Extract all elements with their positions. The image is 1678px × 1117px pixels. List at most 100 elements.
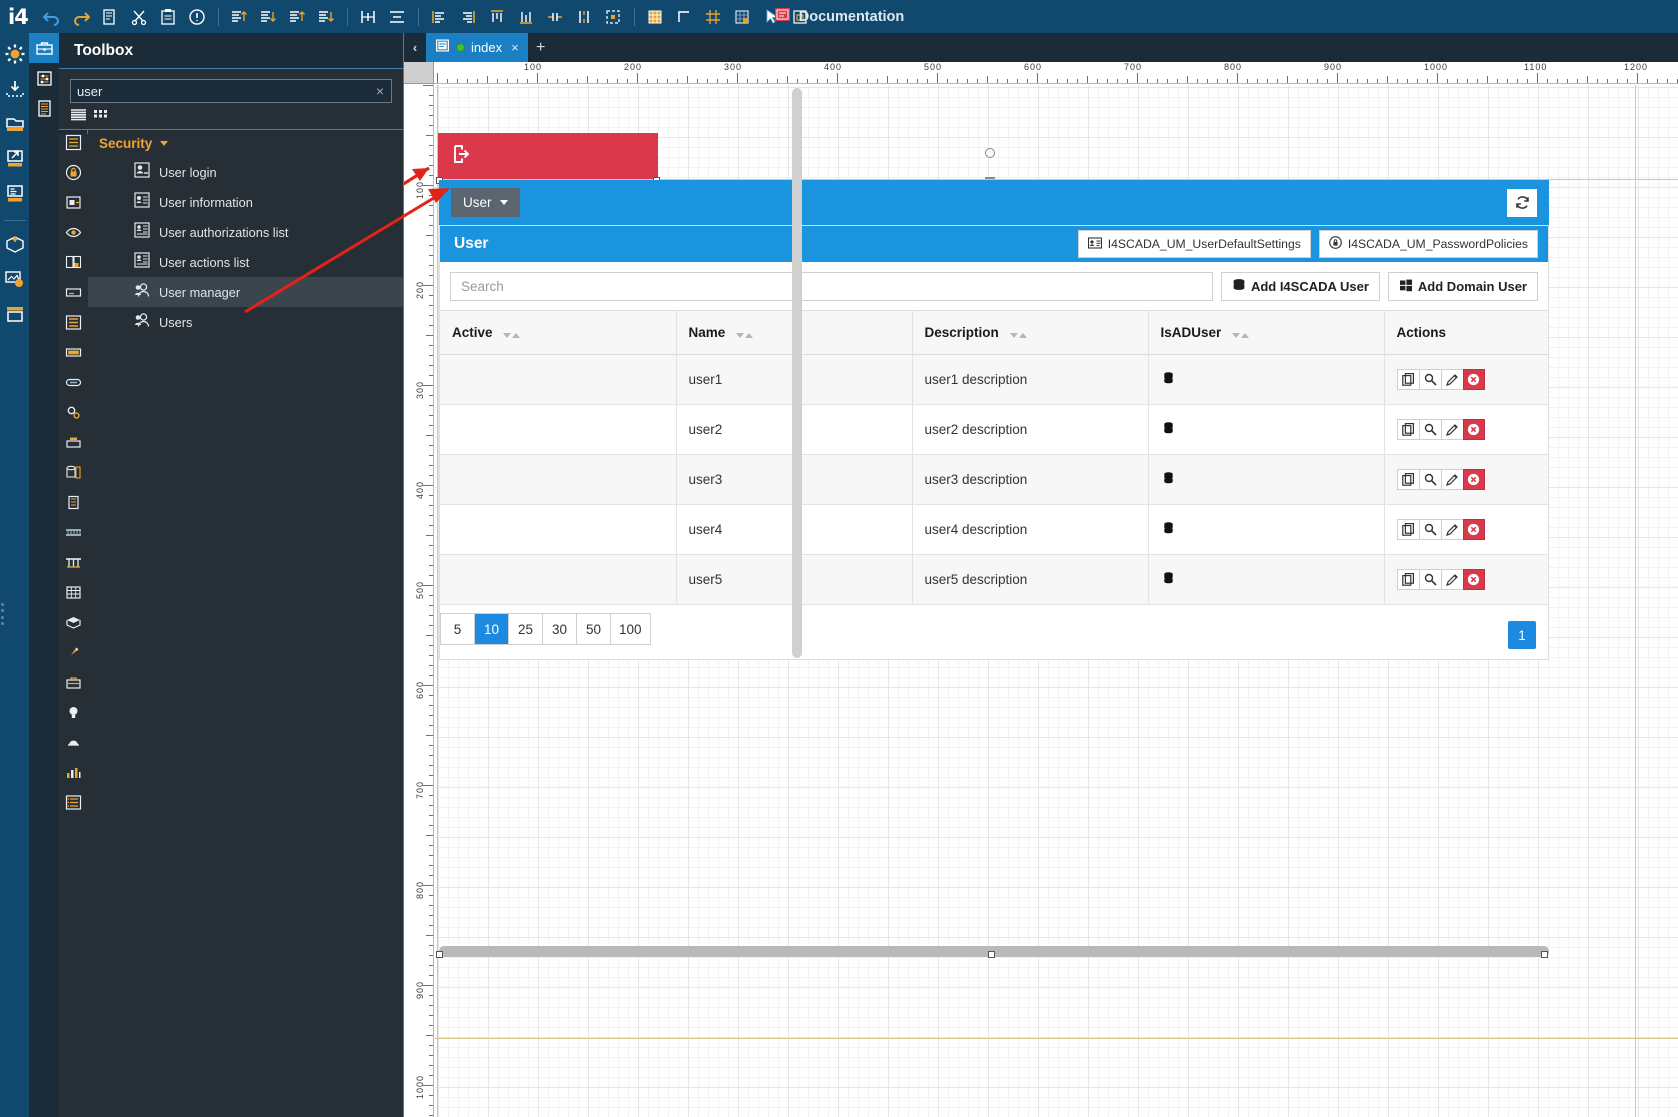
same-height-icon[interactable]	[572, 4, 597, 29]
toolbox-item-users[interactable]: Users	[88, 307, 403, 337]
copy-action-icon[interactable]	[1396, 369, 1419, 390]
table-row[interactable]: user1 user1 description	[440, 354, 1548, 405]
sort-icon[interactable]	[503, 332, 521, 338]
archive-icon[interactable]	[2, 301, 28, 327]
book-icon[interactable]	[65, 254, 82, 276]
grid-icon[interactable]	[643, 4, 668, 29]
reports-icon[interactable]	[2, 181, 28, 207]
table-row[interactable]: user4 user4 description	[440, 504, 1548, 555]
page-size-5[interactable]: 5	[441, 614, 475, 644]
add-domain-user-button[interactable]: Add Domain User	[1387, 272, 1538, 301]
grid-view-icon[interactable]	[93, 108, 110, 123]
table-row[interactable]: user5 user5 description	[440, 554, 1548, 605]
sort-icon[interactable]	[1009, 332, 1027, 338]
design-canvas[interactable]: User User I4SCADA_UM_UserDefaultSettings…	[435, 85, 1678, 1117]
align-right-icon[interactable]	[314, 4, 339, 29]
paste-icon[interactable]	[156, 4, 181, 29]
open-project-icon[interactable]	[2, 111, 28, 137]
search-action-icon[interactable]	[1418, 469, 1441, 490]
grid-snap-icon[interactable]	[730, 4, 755, 29]
table-icon[interactable]	[65, 584, 82, 606]
toolbox-item-user-authorizations-list[interactable]: User authorizations list	[88, 217, 403, 247]
delete-action-icon[interactable]	[1462, 569, 1485, 590]
column-header-description[interactable]: Description	[912, 310, 1149, 355]
align-left-icon[interactable]	[285, 4, 310, 29]
fit-selection-icon[interactable]	[601, 4, 626, 29]
machine-icon[interactable]	[65, 434, 82, 456]
bell-icon[interactable]	[65, 734, 82, 756]
delete-action-icon[interactable]	[1462, 369, 1485, 390]
copy-action-icon[interactable]	[1396, 519, 1419, 540]
button-icon[interactable]	[65, 344, 82, 366]
edit-action-icon[interactable]	[1440, 469, 1463, 490]
add-i4scada-user-button[interactable]: Add I4SCADA User	[1220, 272, 1380, 301]
eye-icon[interactable]	[65, 224, 82, 246]
current-page-badge[interactable]: 1	[1508, 621, 1536, 649]
textbox-icon[interactable]	[65, 284, 82, 306]
info-icon[interactable]	[185, 4, 210, 29]
layers-tab[interactable]	[29, 93, 59, 123]
align-edge-left-icon[interactable]	[427, 4, 452, 29]
search-action-icon[interactable]	[1418, 519, 1441, 540]
toolbox-tab[interactable]	[29, 33, 59, 63]
toolbox-item-user-login[interactable]: User login	[88, 157, 403, 187]
menu-icon[interactable]	[65, 134, 82, 156]
new-tab-button[interactable]: +	[528, 33, 554, 62]
page-size-25[interactable]: 25	[509, 614, 543, 644]
conveyor-icon[interactable]	[65, 524, 82, 546]
distribute-vertical-icon[interactable]	[385, 4, 410, 29]
edit-action-icon[interactable]	[1440, 569, 1463, 590]
box-icon[interactable]	[65, 614, 82, 636]
export-icon[interactable]	[2, 146, 28, 172]
column-header-isaduser[interactable]: IsADUser	[1148, 310, 1385, 355]
logout-widget[interactable]	[438, 133, 658, 179]
gears-icon[interactable]	[65, 404, 82, 426]
column-header-active[interactable]: Active	[440, 310, 677, 355]
resize-handle-bm[interactable]	[988, 951, 995, 958]
table-row[interactable]: user2 user2 description	[440, 404, 1548, 455]
link-icon[interactable]	[65, 374, 82, 396]
bulb-icon[interactable]	[65, 704, 82, 726]
password-policies-button[interactable]: I4SCADA_UM_PasswordPolicies	[1318, 230, 1538, 258]
user-default-settings-button[interactable]: I4SCADA_UM_UserDefaultSettings	[1077, 230, 1311, 258]
same-width-icon[interactable]	[543, 4, 568, 29]
refresh-button[interactable]	[1507, 188, 1537, 217]
table-search-input[interactable]	[450, 272, 1213, 301]
list-icon[interactable]	[65, 314, 82, 336]
vertical-ruler[interactable]: 100 200 300 400 500 600 700 800 900 1000	[404, 84, 434, 1117]
tab-scroll-left-icon[interactable]: ‹	[404, 33, 426, 62]
cut-icon[interactable]	[127, 4, 152, 29]
lock-icon[interactable]	[65, 164, 82, 186]
horizontal-ruler[interactable]: 100 200 300 400 500 600 700 800 900 1000 1100 1200	[434, 62, 1678, 84]
image-settings-icon[interactable]	[2, 266, 28, 292]
deploy-icon[interactable]	[2, 231, 28, 257]
close-icon[interactable]: ×	[511, 40, 519, 55]
chart-icon[interactable]	[65, 764, 82, 786]
search-action-icon[interactable]	[1418, 369, 1441, 390]
settings-icon[interactable]	[2, 41, 28, 67]
rail-drag-handle[interactable]	[1, 603, 6, 625]
clear-search-icon[interactable]: ×	[369, 83, 391, 99]
delete-action-icon[interactable]	[1462, 469, 1485, 490]
align-top-icon[interactable]	[227, 4, 252, 29]
editor-vertical-scrollbar[interactable]	[792, 88, 802, 658]
redo-icon[interactable]	[69, 4, 94, 29]
delete-action-icon[interactable]	[1462, 519, 1485, 540]
table-row[interactable]: user3 user3 description	[440, 454, 1548, 505]
chevron-down-icon[interactable]	[160, 141, 169, 146]
toolbox-item-user-manager[interactable]: User manager	[88, 277, 403, 307]
distribute-horizontal-icon[interactable]	[356, 4, 381, 29]
toolbox2-icon[interactable]	[65, 674, 82, 696]
page-size-10[interactable]: 10	[475, 614, 509, 644]
toolbox-category-security[interactable]: Security	[88, 130, 403, 157]
resize-handle-mid[interactable]	[985, 177, 995, 179]
pipes-icon[interactable]	[65, 554, 82, 576]
toolbox-search-box[interactable]: ×	[70, 79, 392, 103]
page-size-selector[interactable]: 5 10 25 30 50 100	[440, 613, 651, 645]
page-size-30[interactable]: 30	[543, 614, 577, 644]
align-bottom-icon[interactable]	[256, 4, 281, 29]
login-box-icon[interactable]	[65, 194, 82, 216]
sort-icon[interactable]	[1232, 332, 1250, 338]
rotate-handle[interactable]	[985, 148, 995, 158]
list-view-icon[interactable]	[70, 108, 87, 123]
